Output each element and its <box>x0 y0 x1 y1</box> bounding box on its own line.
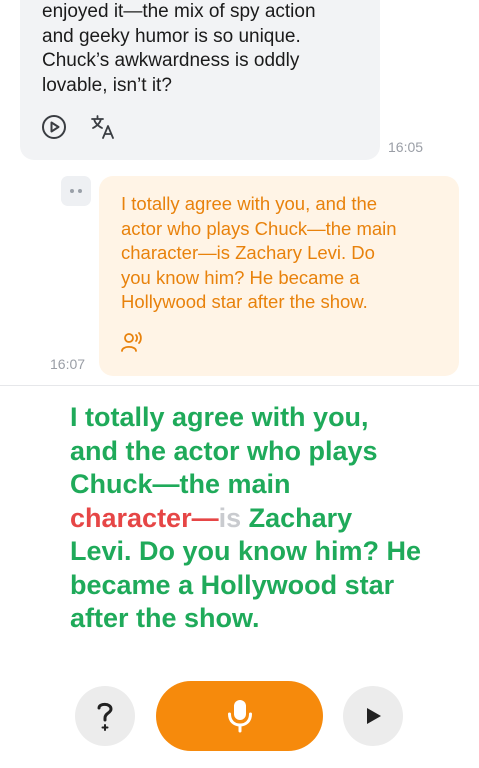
recognition-line: I totally agree with you, <box>70 402 369 432</box>
outgoing-line: you know him? He became a <box>121 266 360 288</box>
translate-icon[interactable] <box>90 114 116 140</box>
outgoing-line: Hollywood star after the show. <box>121 291 368 312</box>
outgoing-message-time: 16:07 <box>50 356 86 372</box>
recognition-line: and the actor who plays <box>70 435 378 466</box>
recognition-line: Levi. Do you know him? He <box>70 536 422 566</box>
incoming-message-text: enjoyed it—the mix of spy action and gee… <box>42 0 360 98</box>
question-icon <box>93 699 117 733</box>
incoming-line: and geeky humor is so unique. <box>42 25 301 47</box>
incoming-line: Chuck’s awkwardness is oddly <box>42 50 300 71</box>
recognition-line: after the show. <box>70 603 260 633</box>
play-icon <box>362 705 384 727</box>
incoming-line: enjoyed it—the mix of spy action <box>42 1 316 22</box>
record-button[interactable] <box>156 681 323 751</box>
missed-word: is <box>218 502 242 533</box>
outgoing-line: actor who plays Chuck—the main <box>121 217 397 239</box>
mispronounced-word: character— <box>70 502 219 533</box>
recognition-line: Chuck—the main <box>70 469 291 499</box>
incoming-message-time: 16:05 <box>388 139 424 155</box>
outgoing-message-bubble: I totally agree with you, and the actor … <box>99 176 459 376</box>
more-dots-icon[interactable] <box>61 176 91 206</box>
outgoing-line: I totally agree with you, and the <box>121 193 378 214</box>
outgoing-message-text: I totally agree with you, and the actor … <box>121 192 439 315</box>
recognition-line: became a Hollywood star <box>70 569 395 600</box>
recognition-line: character—is Zachary <box>70 502 430 536</box>
chat-screen: enjoyed it—the mix of spy action and gee… <box>0 0 479 768</box>
outgoing-line: character—is Zachary Levi. Do <box>121 242 375 263</box>
speaker-user-icon[interactable] <box>120 330 146 361</box>
incoming-line: lovable, isn’t it? <box>42 74 172 96</box>
microphone-icon <box>225 698 255 734</box>
divider <box>0 385 479 386</box>
incoming-message-actions <box>40 113 116 141</box>
play-circle-icon[interactable] <box>40 113 68 141</box>
recognized-word: Zachary <box>241 502 353 533</box>
help-button[interactable] <box>75 686 135 746</box>
play-button[interactable] <box>343 686 403 746</box>
speech-recognition-result: I totally agree with you, and the actor … <box>70 401 430 636</box>
